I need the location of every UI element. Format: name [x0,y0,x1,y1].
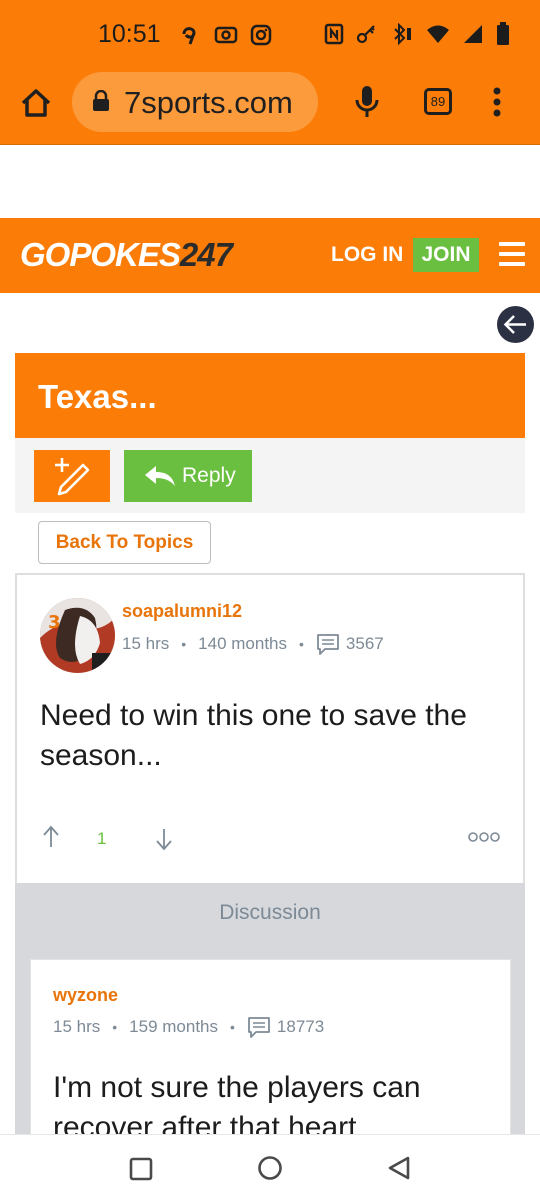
recents-icon[interactable] [129,1157,153,1181]
microphone-icon[interactable] [354,84,380,120]
bluetooth-vibrate-icon [394,23,411,45]
battery-icon [497,22,509,45]
key-icon [356,25,375,44]
back-arrow-button[interactable] [497,306,534,343]
logo-number: 247 [179,236,233,273]
instagram-icon [250,24,272,46]
post-username[interactable]: soapalumni12 [122,601,242,622]
avatar-image: 3 [40,598,115,673]
reply-username[interactable]: wyzone [53,985,118,1006]
svg-text:3: 3 [48,612,61,633]
post-body: Need to win this one to save the season.… [40,699,467,772]
url-text: 7sports.com [124,85,293,120]
post-meta: 15 hrs • 140 months • 3567 [122,632,384,656]
system-icons [324,22,510,46]
home-icon[interactable] [20,88,52,118]
status-bar: 10:51 [0,0,540,70]
upvote-icon[interactable] [42,825,60,849]
more-options-icon[interactable] [468,831,500,843]
original-post: 3 soapalumni12 15 hrs • 140 months • 356… [15,573,525,885]
system-nav-bar [0,1134,540,1200]
reply-arrow-icon [145,466,175,486]
address-bar[interactable]: 7sports.com [72,72,318,132]
logo-text: GOPOKES [20,236,181,273]
clock: 10:51 [98,20,161,48]
post-tenure: 140 months [198,634,287,653]
wifi-icon [427,25,449,43]
overflow-menu-icon[interactable] [491,86,503,118]
arrow-left-icon [503,315,526,334]
reply-time: 15 hrs [53,1017,101,1036]
radio-icon [214,26,238,44]
browser-toolbar: 7sports.com 89 [0,70,540,145]
reply-post-count: 18773 [276,1017,325,1036]
lock-icon [93,90,109,111]
back-to-topics-button[interactable]: Back To Topics [38,521,211,564]
thread-title: Texas... [38,378,157,415]
reply-label: Reply [182,464,236,487]
site-logo[interactable]: GOPOKES247 [20,236,233,274]
discussion-header: Discussion [15,883,525,943]
reply-meta: 15 hrs • 159 months • 18773 [53,1015,324,1039]
notification-icons [180,24,272,46]
tab-switcher-button[interactable]: 89 [424,88,452,115]
thread-actions: Reply [15,438,525,513]
reply-button[interactable]: Reply [124,450,252,502]
vote-count: 1 [97,829,107,848]
new-post-button[interactable] [34,450,110,502]
comment-count-icon [317,634,339,655]
compose-icon [55,458,90,496]
comment-count-icon [248,1017,270,1038]
hamburger-menu-icon[interactable] [499,242,525,272]
reply-body: I'm not sure the players can recover aft… [53,1071,421,1139]
avatar[interactable]: 3 [40,598,115,673]
post-time: 15 hrs [122,634,170,653]
reply-post: wyzone 15 hrs • 159 months • 18773 I'm n… [30,959,511,1139]
ad-slot [0,146,540,218]
home-nav-icon[interactable] [257,1155,283,1181]
post-count: 3567 [345,634,384,653]
thread-header: Texas... [15,353,525,438]
login-link[interactable]: LOG IN [331,243,403,267]
site-header: GOPOKES247 LOG IN JOIN [0,218,540,293]
nfc-icon [324,23,344,45]
app-notification-icon [182,27,196,45]
reply-tenure: 159 months [129,1017,218,1036]
join-button[interactable]: JOIN [413,238,479,272]
back-nav-icon[interactable] [386,1155,412,1181]
signal-icon [464,25,482,43]
downvote-icon[interactable] [155,827,173,851]
